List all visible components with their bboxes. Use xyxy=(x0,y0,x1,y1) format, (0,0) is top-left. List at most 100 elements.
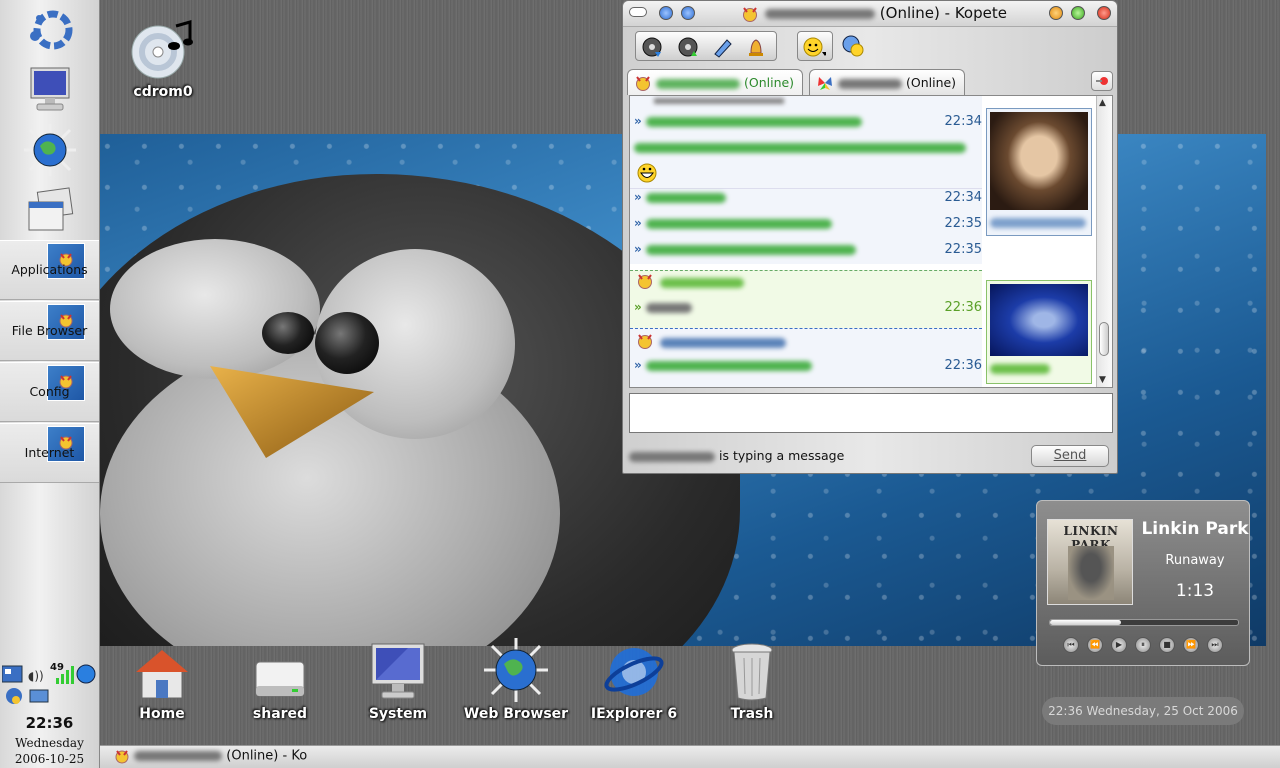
stop-icon[interactable]: ■ xyxy=(1159,637,1175,653)
sticky-icon[interactable] xyxy=(659,6,673,20)
clock-time[interactable]: 22:36 xyxy=(0,714,99,732)
window-menu-icon[interactable] xyxy=(629,7,647,17)
desktop-icon-label: Web Browser xyxy=(463,706,569,722)
window-title-suffix: (Online) - Kopete xyxy=(879,4,1007,22)
desktop-icon-trash[interactable]: Trash xyxy=(697,636,807,722)
kopete-face-icon xyxy=(115,750,129,764)
message-time: 22:36 xyxy=(944,300,982,315)
clock-date: 2006-10-25 xyxy=(14,752,85,766)
close-icon[interactable] xyxy=(1097,6,1111,20)
globe-icon xyxy=(461,636,571,702)
clock-day: Wednesday xyxy=(15,736,84,750)
contact-properties-icon[interactable] xyxy=(841,35,865,57)
blurred-contact-name xyxy=(765,8,875,19)
desktop-icon-home[interactable]: Home xyxy=(107,636,217,722)
panel-button-label: File Browser xyxy=(11,323,88,338)
player-progress-bar[interactable] xyxy=(1049,619,1239,626)
tab-contact-2[interactable]: (Online) xyxy=(809,69,965,95)
message-arrow: » xyxy=(634,358,642,372)
minimize-icon[interactable] xyxy=(1049,6,1063,20)
play-icon[interactable]: ▶ xyxy=(1111,637,1127,653)
desktop-icon-iexplorer[interactable]: IExplorer 6 xyxy=(579,636,689,722)
pause-icon[interactable]: ⏸ xyxy=(1135,637,1151,653)
tab-status: (Online) xyxy=(905,75,957,90)
blurred-message xyxy=(634,142,966,153)
message-row: » 22:34 xyxy=(634,114,982,129)
blurred-sender xyxy=(660,278,744,288)
tab-contact-1[interactable]: (Online) xyxy=(627,69,803,95)
rewind-icon[interactable]: ⏪ xyxy=(1087,637,1103,653)
blurred-contact-name xyxy=(838,78,902,89)
desktop-icon-shared[interactable]: shared xyxy=(225,636,335,722)
maximize-icon[interactable] xyxy=(1071,6,1085,20)
cdrom-icon xyxy=(108,14,218,80)
blurred-contact-name xyxy=(134,751,223,761)
nudge-bell-icon[interactable] xyxy=(744,36,768,58)
desktop-icon-system[interactable]: System xyxy=(343,636,453,722)
chat-messages[interactable]: » 22:34 » 22:34 » 22:35 » 22:35 » 22:36 … xyxy=(629,95,1113,388)
trash-icon xyxy=(697,636,807,702)
penguin-beak xyxy=(210,366,374,458)
history-forward-icon[interactable] xyxy=(676,36,700,58)
penguin-eye-left xyxy=(110,239,320,379)
shade-icon[interactable] xyxy=(681,6,695,20)
own-avatar xyxy=(986,280,1092,384)
toolbar-group-main xyxy=(635,31,777,61)
message-input[interactable] xyxy=(629,393,1113,433)
message-row: » 22:36 xyxy=(634,358,982,373)
message-row xyxy=(634,140,974,155)
scroll-down-arrow[interactable]: ▼ xyxy=(1099,375,1106,385)
avatar-photo-man xyxy=(990,284,1088,356)
contact-avatar xyxy=(986,108,1092,236)
skip-forward-icon[interactable]: ⏭ xyxy=(1207,637,1223,653)
scroll-up-arrow[interactable]: ▲ xyxy=(1099,98,1106,108)
blurred-message xyxy=(645,116,862,127)
scroll-thumb[interactable] xyxy=(1099,322,1109,356)
skip-back-icon[interactable]: ⏮ xyxy=(1063,637,1079,653)
taskbar-item-kopete[interactable]: (Online) - Ko xyxy=(114,748,307,764)
chat-scrollbar[interactable]: ▲ ▼ xyxy=(1096,96,1112,387)
windows-icon[interactable] xyxy=(22,184,78,236)
tray-icons: ◖)) xyxy=(1,664,96,704)
player-progress-fill xyxy=(1050,620,1122,625)
kopete-chat-window: (Online) - Kopete (Online) (Online) » 22… xyxy=(622,0,1118,474)
close-tab-icon xyxy=(1096,77,1108,85)
blurred-sender xyxy=(654,98,784,104)
home-icon xyxy=(107,636,217,702)
window-titlebar[interactable]: (Online) - Kopete xyxy=(623,1,1117,27)
tray-signal-value: 49 xyxy=(50,662,64,673)
album-art-figure xyxy=(1068,546,1114,600)
desktop-icon-web-browser[interactable]: Web Browser xyxy=(461,636,571,722)
history-back-icon[interactable] xyxy=(640,36,664,58)
fast-forward-icon[interactable]: ⏩ xyxy=(1183,637,1199,653)
player-track: Runaway xyxy=(1165,553,1225,568)
panel-button-applications[interactable]: Applications xyxy=(0,240,99,300)
message-arrow: » xyxy=(634,190,642,204)
kde-gear-icon[interactable] xyxy=(22,4,78,56)
close-tab-button[interactable] xyxy=(1091,71,1113,91)
toolbar-group-emoticon xyxy=(797,31,833,61)
monitor-icon[interactable] xyxy=(22,64,78,116)
panel-button-file-browser[interactable]: File Browser xyxy=(0,301,99,361)
kopete-face-icon xyxy=(638,334,652,349)
player-artist: Linkin Park xyxy=(1141,519,1249,539)
smiley-icon[interactable] xyxy=(802,36,826,58)
attach-icon[interactable] xyxy=(710,36,734,58)
desktop-icon-cdrom[interactable]: cdrom0 xyxy=(108,14,218,100)
panel-button-label: Config xyxy=(29,384,70,399)
panel-button-label: Applications xyxy=(11,262,88,277)
send-button[interactable]: Send xyxy=(1031,445,1109,467)
message-arrow: » xyxy=(634,216,642,230)
player-time: 1:13 xyxy=(1175,581,1215,601)
avatar-photo-woman xyxy=(990,112,1088,210)
blurred-message xyxy=(645,360,812,371)
panel-button-internet[interactable]: Internet xyxy=(0,423,99,483)
globe-icon[interactable] xyxy=(22,124,78,176)
typing-status: is typing a message xyxy=(718,448,845,463)
panel-button-config[interactable]: Config xyxy=(0,362,99,422)
chat-status: is typing a message xyxy=(629,448,844,463)
kopete-face-icon xyxy=(636,76,650,91)
message-arrow: » xyxy=(634,300,642,314)
left-panel: Applications File Browser Config Interne… xyxy=(0,0,100,768)
message-row: » 22:35 xyxy=(634,242,982,257)
